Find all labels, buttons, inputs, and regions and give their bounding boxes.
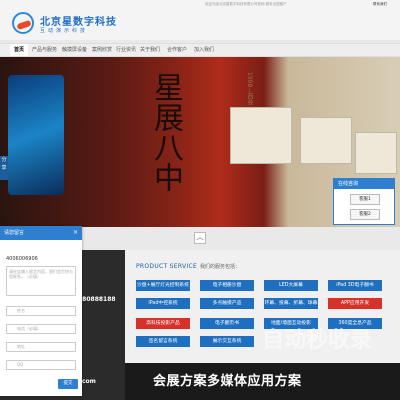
product-button[interactable]: 签名留言系统 — [136, 336, 190, 347]
product-button[interactable]: 沙盘+展厅灯光控制系统 — [136, 280, 190, 291]
contact-site: com — [82, 378, 96, 385]
product-button[interactable]: 环幕、投幕、折幕、球幕 — [264, 298, 318, 309]
product-button[interactable]: 高科技投影产品 — [136, 318, 190, 329]
message-textarea[interactable]: 请在此输入留言内容，我们会尽快与您联系。（必填） — [6, 266, 76, 296]
product-button[interactable]: APP应用开发 — [328, 298, 382, 309]
top-notice: 欢迎光临北京星数字科技有限公司官网 服务全国客户 — [205, 2, 287, 6]
nav-item-home[interactable]: 首页 — [10, 44, 29, 56]
product-button[interactable]: 电子翻页书 — [200, 318, 254, 329]
address-field[interactable]: 地址 — [6, 342, 76, 352]
qq-field[interactable]: QQ — [6, 360, 76, 370]
online-service-title: 在线咨询 — [334, 179, 394, 189]
slogan-text: 会展方案多媒体应用方案 — [153, 374, 302, 389]
product-service-subtitle: 我们的服务包括： — [200, 264, 241, 270]
close-icon[interactable]: × — [69, 226, 78, 240]
logo-subtitle: 互动演示科技 — [40, 28, 89, 34]
watermark-text: 自动秒收录 — [262, 328, 373, 353]
nav-item-partners[interactable]: 合作客户 — [163, 44, 191, 56]
nav-item-products[interactable]: 产品与服务 — [28, 44, 61, 56]
product-button[interactable]: LED大屏幕 — [264, 280, 318, 291]
logo-title[interactable]: 北京星数字科技 — [40, 13, 117, 28]
form-title: 请您留言 — [4, 230, 25, 236]
logo-icon[interactable] — [12, 12, 34, 34]
submit-button[interactable]: 提交 — [58, 379, 78, 389]
service-button-2[interactable]: 客服2 — [350, 209, 380, 220]
banner-poster — [355, 132, 397, 174]
online-service-panel: 在线咨询 客服1 客服2 — [333, 178, 395, 225]
product-button[interactable]: iPad 3D电子翻书 — [328, 280, 382, 291]
product-button[interactable]: iPad中控系统 — [136, 298, 190, 309]
share-tab[interactable]: 分享 — [0, 156, 8, 180]
form-header: 请您留言 × — [0, 226, 82, 240]
banner-poster — [300, 117, 352, 164]
nav-item-about[interactable]: 关于我们 — [136, 44, 164, 56]
name-field[interactable]: 姓名 — [6, 306, 76, 316]
form-phone: 4006006906 — [6, 256, 38, 262]
product-button[interactable]: 展示交互系统 — [200, 336, 254, 347]
banner-poster — [230, 107, 292, 164]
message-form: 请您留言 × 4006006906 请在此输入留言内容，我们会尽快与您联系。（必… — [0, 226, 82, 396]
banner-year-text: 1998—西会 — [246, 72, 253, 106]
main-nav: 首页 产品与服务 触摸屏设备 案例欣赏 行业资讯 关于我们 合作客户 加入我们 — [0, 43, 400, 57]
phone-field[interactable]: 电话（必填） — [6, 324, 76, 334]
chevron-up-icon[interactable]: ︿ — [194, 232, 206, 244]
nav-item-join[interactable]: 加入我们 — [190, 44, 218, 56]
top-contact-link[interactable]: 联系我们 — [373, 2, 387, 7]
product-service-title: PRODUCT SERVICE — [136, 263, 198, 270]
service-button-1[interactable]: 客服1 — [350, 194, 380, 205]
banner-calligraphy: 星展八中 — [148, 72, 183, 192]
banner-display-screen — [8, 75, 64, 195]
product-button[interactable]: 多点触摸产品 — [200, 298, 254, 309]
nav-item-touch[interactable]: 触摸屏设备 — [58, 44, 91, 56]
product-button[interactable]: 电子相册沙盘 — [200, 280, 254, 291]
contact-phone: 580888188 — [78, 296, 116, 303]
